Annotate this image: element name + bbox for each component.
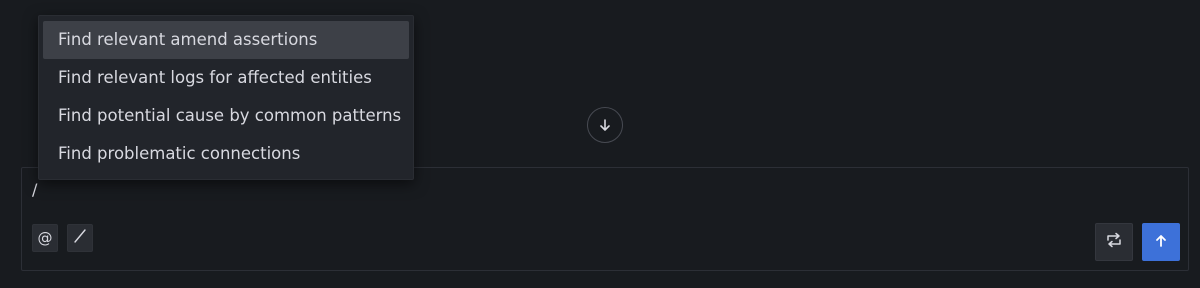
repeat-icon (1105, 231, 1123, 253)
swap-mode-button[interactable] (1095, 223, 1133, 261)
mention-button[interactable]: @ (32, 224, 58, 252)
menu-item-relevant-logs[interactable]: Find relevant logs for affected entities (43, 59, 409, 97)
message-input[interactable]: / (32, 180, 37, 199)
arrow-down-icon (598, 118, 612, 132)
send-button[interactable] (1142, 223, 1180, 261)
menu-item-amend-assertions[interactable]: Find relevant amend assertions (43, 21, 409, 59)
menu-item-potential-cause[interactable]: Find potential cause by common patterns (43, 97, 409, 135)
command-button[interactable] (67, 224, 93, 252)
command-suggestions-menu: Find relevant amend assertions Find rele… (38, 15, 414, 180)
menu-item-problematic-connections[interactable]: Find problematic connections (43, 135, 409, 173)
slash-icon (72, 228, 88, 248)
chat-panel: / @ Find relevant amend assertions Find … (0, 0, 1200, 288)
at-icon: @ (37, 229, 53, 247)
message-composer[interactable]: / @ (21, 167, 1189, 271)
arrow-up-icon (1154, 233, 1168, 252)
scroll-to-bottom-button[interactable] (587, 107, 623, 143)
